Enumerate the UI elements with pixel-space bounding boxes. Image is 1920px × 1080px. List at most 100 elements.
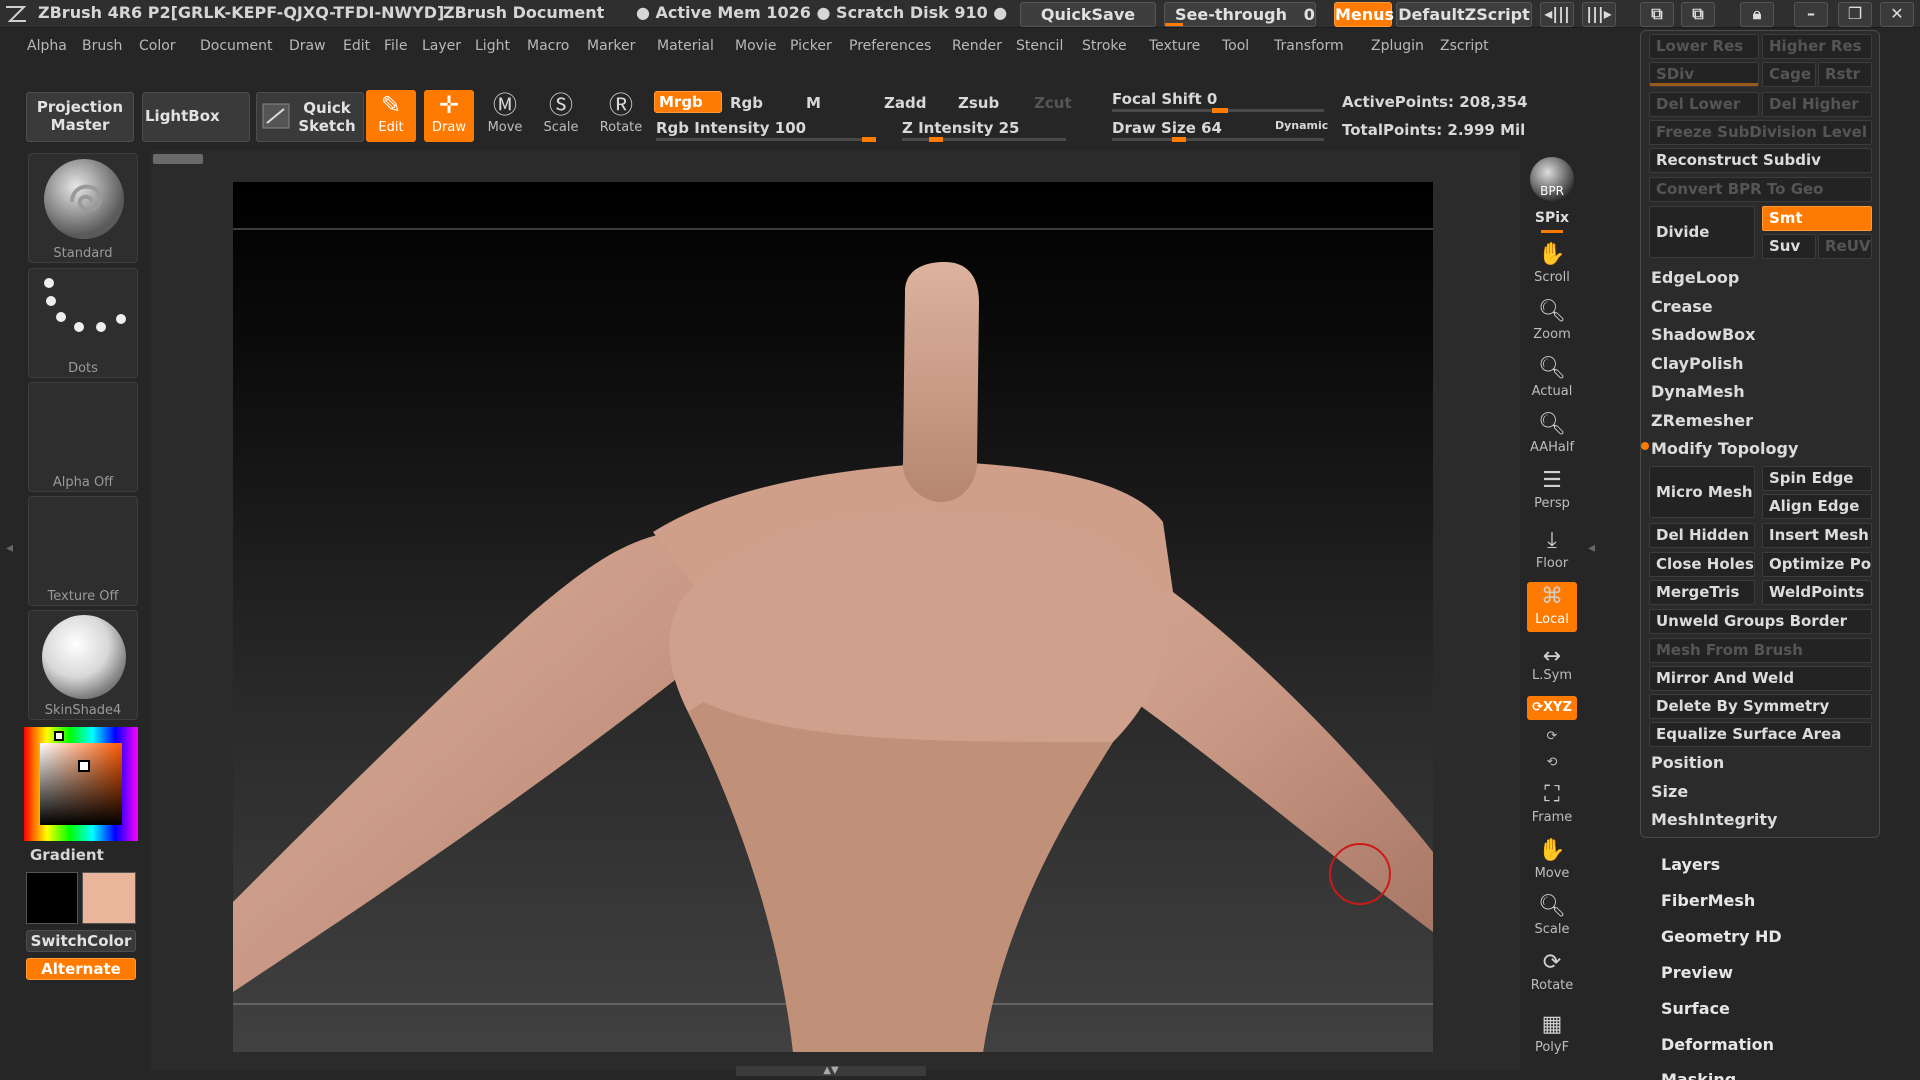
layout-prev-icon[interactable]: ◂||| — [1540, 2, 1574, 27]
rgb-intensity-slider[interactable]: Rgb Intensity 100 — [656, 119, 806, 137]
suv-toggle[interactable]: Suv — [1762, 234, 1816, 259]
projection-master-button[interactable]: Projection Master — [26, 92, 134, 142]
mergetris-button[interactable]: MergeTris — [1649, 580, 1755, 605]
color-saturation-square[interactable] — [40, 743, 122, 825]
rstr-button[interactable]: Rstr — [1818, 62, 1872, 87]
rotate-button[interactable]: Ⓡ Rotate — [596, 90, 646, 142]
close-holes-button[interactable]: Close Holes — [1649, 552, 1755, 577]
menu-color[interactable]: Color — [139, 38, 176, 54]
menu-render[interactable]: Render — [952, 38, 1002, 54]
move-button[interactable]: Ⓜ Move — [480, 90, 530, 142]
scale-button[interactable]: Ⓢ Scale — [536, 90, 586, 142]
color-picker[interactable] — [24, 727, 138, 841]
rgb-intensity-track[interactable] — [656, 137, 876, 142]
z-intensity-slider[interactable]: Z Intensity 25 — [902, 119, 1020, 137]
del-higher-button[interactable]: Del Higher — [1762, 92, 1872, 117]
menu-edit[interactable]: Edit — [343, 38, 370, 54]
quicksave-button[interactable]: QuickSave — [1020, 2, 1156, 27]
menu-material[interactable]: Material — [657, 38, 714, 54]
menu-stencil[interactable]: Stencil — [1016, 38, 1063, 54]
quick-sketch-button[interactable]: Quick Sketch — [256, 92, 364, 142]
zsub-button[interactable]: Zsub — [958, 94, 999, 112]
aahalf-button[interactable]: 🔍︎ AAHalf — [1527, 410, 1577, 460]
deformation-subpalette[interactable]: Deformation — [1661, 1035, 1774, 1054]
del-hidden-button[interactable]: Del Hidden — [1649, 523, 1755, 548]
canvas-scroll-handle[interactable] — [153, 154, 203, 164]
polyf-button[interactable]: ▦ PolyF — [1527, 1010, 1577, 1060]
position-item[interactable]: Position — [1651, 753, 1724, 772]
m-button[interactable]: M — [806, 94, 821, 112]
menu-movie[interactable]: Movie — [735, 38, 776, 54]
z-rotate-button[interactable]: ⟲ — [1527, 752, 1577, 774]
xyz-button[interactable]: ⟳XYZ — [1527, 696, 1577, 720]
switch-color-button[interactable]: SwitchColor — [26, 930, 136, 952]
ui-layout-1-icon[interactable]: ⧉ — [1640, 2, 1674, 27]
stroke-selector[interactable]: Dots — [28, 268, 138, 378]
local-button[interactable]: ⌘ Local — [1527, 582, 1577, 632]
menu-layer[interactable]: Layer — [422, 38, 461, 54]
fibermesh-subpalette[interactable]: FiberMesh — [1661, 891, 1755, 910]
left-collapse-icon[interactable]: ◂ — [6, 540, 13, 556]
minimize-icon[interactable]: – — [1794, 2, 1828, 27]
close-icon[interactable]: ✕ — [1880, 2, 1914, 27]
default-zscript-button[interactable]: DefaultZScript — [1396, 2, 1532, 27]
surface-subpalette[interactable]: Surface — [1661, 999, 1730, 1018]
insert-mesh-button[interactable]: Insert Mesh — [1762, 523, 1872, 548]
menu-macro[interactable]: Macro — [527, 38, 569, 54]
weldpoints-button[interactable]: WeldPoints — [1762, 580, 1872, 605]
menus-toggle[interactable]: Menus — [1334, 2, 1394, 27]
claypolish-item[interactable]: ClayPolish — [1651, 354, 1744, 373]
size-item[interactable]: Size — [1651, 782, 1688, 801]
delete-by-symmetry-button[interactable]: Delete By Symmetry — [1649, 694, 1872, 719]
bpr-button[interactable]: BPR — [1527, 155, 1577, 203]
edit-button[interactable]: ✎ Edit — [366, 90, 416, 142]
y-rotate-button[interactable]: ⟳ — [1527, 726, 1577, 748]
zcut-button[interactable]: Zcut — [1034, 94, 1072, 112]
draw-size-track[interactable] — [1112, 137, 1324, 142]
lsym-button[interactable]: ↔ L.Sym — [1527, 646, 1577, 686]
lightbox-button[interactable]: LightBox — [142, 92, 250, 142]
cage-button[interactable]: Cage — [1762, 62, 1816, 87]
del-lower-button[interactable]: Del Lower — [1649, 92, 1759, 117]
menu-zscript[interactable]: Zscript — [1440, 38, 1489, 54]
menu-draw[interactable]: Draw — [289, 38, 326, 54]
menu-document[interactable]: Document — [200, 38, 273, 54]
focal-shift-slider[interactable]: Focal Shift 0 — [1112, 90, 1217, 108]
masking-subpalette[interactable]: Masking — [1661, 1070, 1736, 1080]
3d-mannequin-model[interactable] — [233, 182, 1433, 1052]
focal-shift-track[interactable] — [1112, 108, 1324, 113]
smt-toggle[interactable]: Smt — [1762, 206, 1872, 231]
menu-marker[interactable]: Marker — [587, 38, 635, 54]
meshintegrity-item[interactable]: MeshIntegrity — [1651, 810, 1777, 829]
edgeloop-item[interactable]: EdgeLoop — [1651, 268, 1739, 287]
floor-button[interactable]: ⤓ Floor — [1527, 526, 1577, 576]
lower-res-button[interactable]: Lower Res — [1649, 34, 1759, 59]
modify-topology-item[interactable]: Modify Topology — [1651, 439, 1798, 458]
mrgb-button[interactable]: Mrgb — [654, 91, 722, 113]
alternate-button[interactable]: Alternate — [26, 958, 136, 980]
brush-selector[interactable]: Standard — [28, 153, 138, 263]
reconstruct-subdiv-button[interactable]: Reconstruct Subdiv — [1649, 148, 1872, 173]
mirror-and-weld-button[interactable]: Mirror And Weld — [1649, 666, 1872, 691]
menu-preferences[interactable]: Preferences — [849, 38, 931, 54]
maximize-icon[interactable]: ❐ — [1838, 2, 1872, 27]
divide-button[interactable]: Divide — [1649, 206, 1755, 258]
draw-size-slider[interactable]: Draw Size 64 — [1112, 119, 1222, 137]
zoom-button[interactable]: 🔍︎ Zoom — [1527, 297, 1577, 347]
reuv-toggle[interactable]: ReUV — [1818, 234, 1872, 259]
menu-picker[interactable]: Picker — [790, 38, 832, 54]
draw-button[interactable]: ✛ Draw — [424, 90, 474, 142]
move-view-button[interactable]: ✋ Move — [1527, 836, 1577, 886]
preview-subpalette[interactable]: Preview — [1661, 963, 1733, 982]
convert-bpr-button[interactable]: Convert BPR To Geo — [1649, 177, 1872, 202]
right-collapse-icon[interactable]: ◂ — [1588, 540, 1595, 556]
menu-texture[interactable]: Texture — [1149, 38, 1200, 54]
menu-zplugin[interactable]: Zplugin — [1371, 38, 1424, 54]
shadowbox-item[interactable]: ShadowBox — [1651, 325, 1755, 344]
alpha-selector[interactable]: Alpha Off — [28, 382, 138, 492]
actual-button[interactable]: 🔍︎ Actual — [1527, 354, 1577, 404]
menu-tool[interactable]: Tool — [1222, 38, 1249, 54]
scroll-button[interactable]: ✋ Scroll — [1527, 240, 1577, 290]
sdiv-slider[interactable]: SDiv — [1649, 62, 1759, 87]
equalize-surface-area-button[interactable]: Equalize Surface Area — [1649, 722, 1872, 747]
